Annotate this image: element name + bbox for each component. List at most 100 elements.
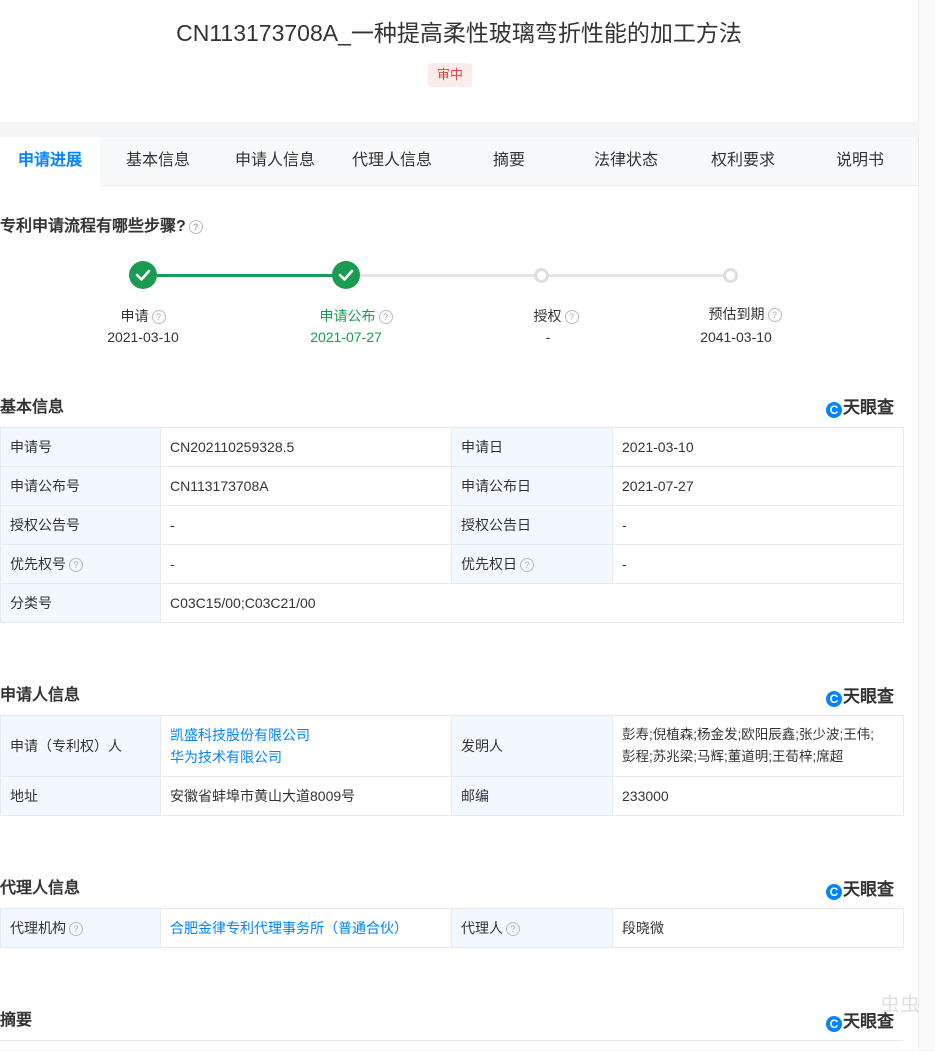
table-key: 优先权号?	[0, 544, 161, 584]
table-key-text: 代理机构	[10, 920, 66, 936]
basic-info-table: 申请号 CN202110259328.5 申请日 2021-03-10 申请公布…	[0, 427, 904, 623]
logo-text: 天眼查	[843, 880, 894, 899]
table-row: 申请公布号 CN113173708A 申请公布日 2021-07-27	[0, 466, 904, 506]
table-key: 授权公告号	[0, 505, 161, 545]
agent-info-table: 代理机构? 合肥金律专利代理事务所（普通合伙） 代理人? 段晓微	[0, 908, 904, 948]
tab-legal-status[interactable]: 法律状态	[576, 137, 676, 185]
table-key-text: 优先权号	[10, 556, 66, 572]
table-row: 分类号 C03C15/00;C03C21/00	[0, 583, 904, 623]
step-pending-icon	[534, 268, 549, 283]
step-date: 2021-03-10	[107, 329, 179, 345]
tab-applicant-info[interactable]: 申请人信息	[225, 137, 325, 185]
table-row: 申请（专利权）人 凯盛科技股份有限公司 华为技术有限公司 发明人 彭寿;倪植森;…	[0, 715, 904, 777]
page-title: CN113173708A_一种提高柔性玻璃弯折性能的加工方法	[176, 20, 742, 46]
tab-claims[interactable]: 权利要求	[693, 137, 793, 185]
table-key-text: 优先权日	[461, 556, 517, 572]
table-value: CN202110259328.5	[160, 427, 452, 467]
step-date: 2041-03-10	[700, 329, 772, 345]
table-value: C03C15/00;C03C21/00	[160, 583, 904, 623]
table-value: 2021-03-10	[612, 427, 904, 467]
tianyancha-icon: C	[826, 691, 842, 707]
step-label-text: 申请公布	[319, 308, 376, 324]
agent-org-link[interactable]: 合肥金律专利代理事务所（普通合伙）	[170, 917, 442, 939]
status-badge: 审中	[428, 63, 473, 87]
table-key: 申请（专利权）人	[0, 715, 161, 777]
table-key: 申请号	[0, 427, 161, 467]
basic-info-heading: 基本信息	[0, 399, 65, 416]
table-key: 代理人?	[451, 908, 613, 948]
tab-abstract[interactable]: 摘要	[459, 137, 559, 185]
tab-agent-info[interactable]: 代理人信息	[342, 137, 442, 185]
progress-line-done	[157, 274, 333, 277]
progress-question: 专利申请流程有哪些步骤??	[0, 212, 203, 236]
inventors-line: 彭程;苏兆梁;马辉;董道明;王荀梓;席超	[622, 749, 844, 764]
step-label-text: 预估到期	[708, 306, 765, 322]
tianyancha-icon: C	[826, 884, 842, 900]
table-value: -	[612, 505, 904, 545]
step-done-icon	[129, 261, 157, 289]
table-row: 申请号 CN202110259328.5 申请日 2021-03-10	[0, 427, 904, 467]
table-value: -	[612, 544, 904, 584]
watermark: 虫虫	[880, 994, 920, 1016]
table-value: 凯盛科技股份有限公司 华为技术有限公司	[160, 715, 452, 777]
step-pending-icon	[723, 268, 738, 283]
table-key: 申请公布号	[0, 466, 161, 506]
table-value: 安徽省蚌埠市黄山大道8009号	[160, 776, 452, 816]
scrollbar[interactable]	[919, 0, 935, 1050]
step-done-icon	[332, 261, 360, 289]
step-date: -	[545, 329, 551, 345]
table-value: 彭寿;倪植森;杨金发;欧阳辰鑫;张少波;王伟; 彭程;苏兆梁;马辉;董道明;王荀…	[612, 715, 904, 777]
table-key: 授权公告日	[451, 505, 613, 545]
tianyancha-logo: C 天眼查	[826, 393, 894, 418]
help-icon[interactable]: ?	[506, 922, 520, 937]
table-key: 申请日	[451, 427, 613, 467]
step-label: 申请?	[73, 306, 213, 326]
table-value: 2021-07-27	[612, 466, 904, 506]
abstract-box	[0, 1040, 903, 1051]
applicant-info-heading: 申请人信息	[0, 687, 81, 704]
table-key: 申请公布日	[451, 466, 613, 506]
table-value: 合肥金律专利代理事务所（普通合伙）	[160, 908, 452, 948]
step-label-text: 授权	[533, 308, 562, 324]
agent-info-heading: 代理人信息	[0, 880, 81, 897]
progress-question-text: 专利申请流程有哪些步骤?	[0, 218, 186, 235]
tianyancha-icon: C	[826, 1016, 842, 1032]
table-value: 233000	[612, 776, 904, 816]
tianyancha-logo: C 天眼查	[826, 682, 894, 707]
help-icon[interactable]: ?	[69, 558, 83, 573]
table-value: -	[160, 505, 452, 545]
table-value: 段晓微	[612, 908, 904, 948]
tab-bar: 申请进展 基本信息 申请人信息 代理人信息 摘要 法律状态 权利要求 说明书	[0, 137, 918, 186]
tianyancha-logo: C 天眼查	[826, 875, 894, 900]
table-row: 优先权号? - 优先权日? -	[0, 544, 904, 584]
logo-text: 天眼查	[843, 687, 894, 706]
table-value: CN113173708A	[160, 466, 452, 506]
patent-header: CN113173708A_一种提高柔性玻璃弯折性能的加工方法 审中	[0, 0, 919, 122]
inventors-line: 彭寿;倪植森;杨金发;欧阳辰鑫;张少波;王伟;	[622, 727, 875, 742]
step-label-text: 申请	[120, 308, 149, 324]
help-icon[interactable]: ?	[767, 308, 782, 323]
step-date: 2021-07-27	[310, 329, 382, 345]
table-key: 邮编	[451, 776, 613, 816]
table-key: 分类号	[0, 583, 161, 623]
tab-basic-info[interactable]: 基本信息	[108, 137, 208, 185]
table-key: 发明人	[451, 715, 613, 777]
table-key: 地址	[0, 776, 161, 816]
tab-progress[interactable]: 申请进展	[0, 137, 100, 186]
applicant-link[interactable]: 华为技术有限公司	[170, 746, 442, 768]
help-icon[interactable]: ?	[69, 922, 83, 937]
help-icon[interactable]: ?	[378, 310, 393, 325]
table-key: 代理机构?	[0, 908, 161, 948]
table-row: 代理机构? 合肥金律专利代理事务所（普通合伙） 代理人? 段晓微	[0, 908, 904, 948]
logo-text: 天眼查	[843, 398, 894, 417]
step-label: 授权?	[486, 306, 626, 326]
step-label: 申请公布?	[286, 306, 426, 326]
tab-description[interactable]: 说明书	[810, 137, 910, 185]
table-key-text: 代理人	[461, 920, 503, 936]
help-icon[interactable]: ?	[564, 310, 579, 325]
applicant-info-table: 申请（专利权）人 凯盛科技股份有限公司 华为技术有限公司 发明人 彭寿;倪植森;…	[0, 715, 904, 816]
applicant-link[interactable]: 凯盛科技股份有限公司	[170, 724, 442, 746]
help-icon[interactable]: ?	[151, 310, 166, 325]
help-icon[interactable]: ?	[188, 219, 203, 234]
help-icon[interactable]: ?	[520, 558, 534, 573]
